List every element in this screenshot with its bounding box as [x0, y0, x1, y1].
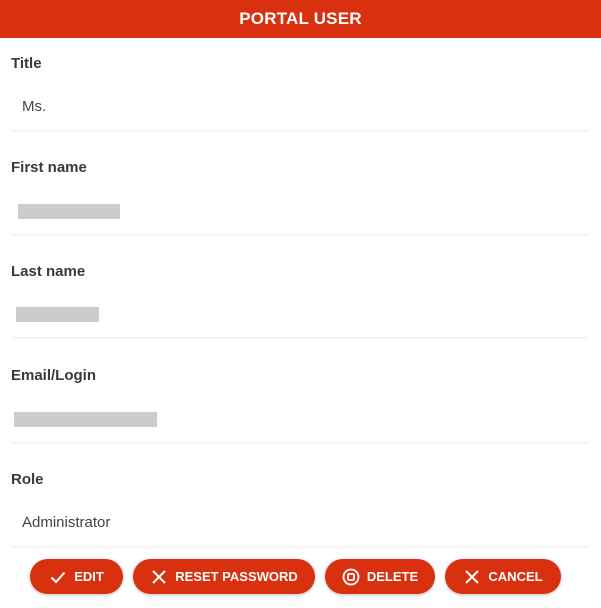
last-name-label: Last name [11, 263, 86, 280]
email-field[interactable] [10, 396, 590, 443]
role-field[interactable]: Administrator [10, 500, 590, 547]
last-name-field[interactable] [10, 291, 590, 338]
reset-password-button[interactable]: RESET PASSWORD [133, 559, 315, 594]
title-value: Ms. [22, 98, 47, 115]
delete-label: DELETE [366, 569, 419, 584]
close-icon [463, 568, 481, 586]
first-name-label: First name [11, 159, 87, 176]
stop-circle-icon [342, 568, 360, 586]
role-value: Administrator [22, 514, 111, 531]
cancel-button[interactable]: CANCEL [445, 559, 561, 594]
email-label: Email/Login [11, 367, 97, 384]
close-icon [150, 568, 168, 586]
reset-password-label: RESET PASSWORD [175, 569, 298, 584]
redacted-block [14, 412, 157, 427]
page-title: PORTAL USER [239, 9, 362, 28]
check-icon [49, 568, 67, 586]
role-label: Role [11, 471, 44, 488]
title-field[interactable]: Ms. [10, 84, 590, 131]
title-label: Title [11, 55, 42, 72]
redacted-block [18, 204, 120, 219]
redacted-block [16, 307, 99, 322]
edit-button[interactable]: EDIT [30, 559, 123, 594]
edit-label: EDIT [74, 569, 104, 584]
page-header: PORTAL USER [0, 0, 601, 38]
first-name-field[interactable] [10, 188, 590, 235]
cancel-label: CANCEL [488, 569, 543, 584]
delete-button[interactable]: DELETE [325, 559, 435, 594]
